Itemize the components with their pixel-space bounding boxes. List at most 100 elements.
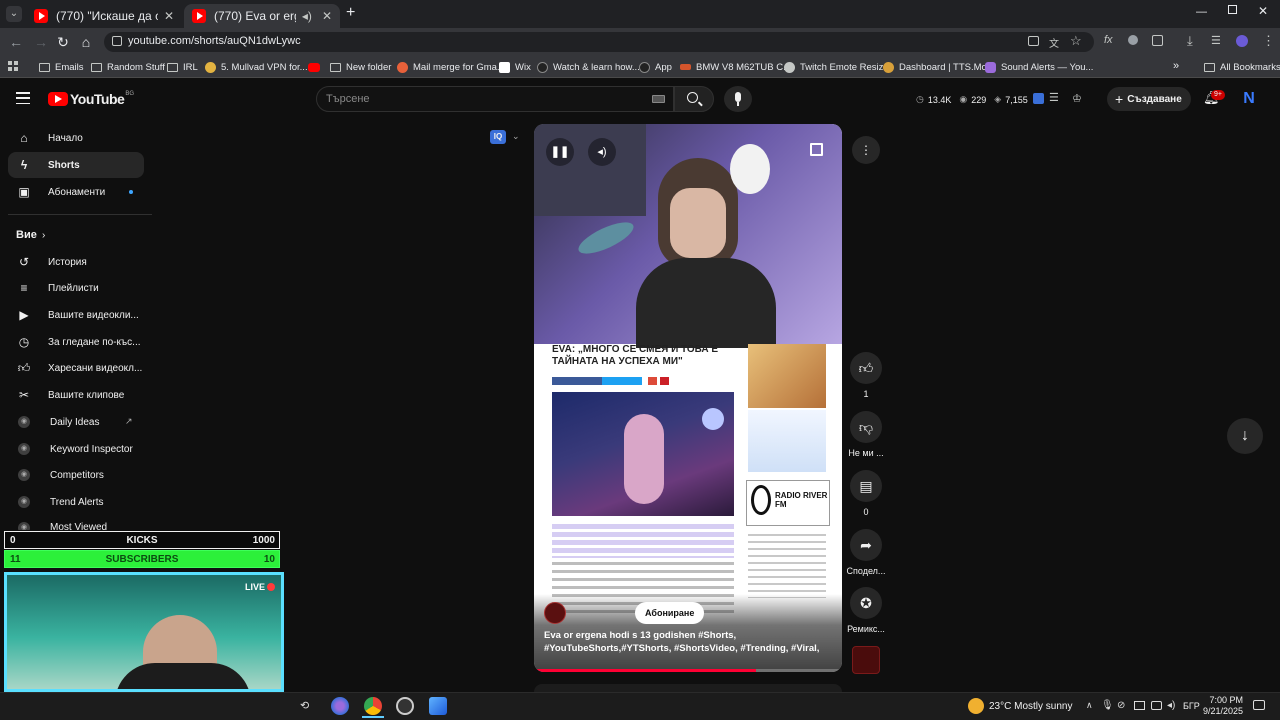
reading-list-icon[interactable]: ☰ <box>1211 34 1221 47</box>
tray-display-icon[interactable] <box>1134 701 1145 710</box>
extension-icon[interactable] <box>1128 35 1138 45</box>
all-bookmarks[interactable]: All Bookmarks <box>1204 60 1280 74</box>
sidebar-item-daily-ideas[interactable]: ◉ Daily Ideas ↗ <box>8 409 144 435</box>
sidebar-item-history[interactable]: ↺ История <box>8 249 144 275</box>
new-tab-button[interactable]: + <box>346 4 355 22</box>
extensions-puzzle-icon[interactable] <box>1152 35 1163 46</box>
sidebar-item-most-viewed[interactable]: ◉ Most Viewed <box>8 516 144 530</box>
tray-network-icon[interactable]: ⊘ <box>1117 700 1125 711</box>
menu-kebab-icon[interactable]: ⋮ <box>1262 33 1275 49</box>
minimize-button[interactable]: — <box>1196 6 1207 18</box>
video-progress-track[interactable] <box>534 669 842 672</box>
bookmark-irl[interactable]: IRL <box>167 60 198 74</box>
bookmark-mail-merge[interactable]: Mail merge for Gma... <box>397 60 505 74</box>
sidebar-item-playlists[interactable]: ≡ Плейлисти <box>8 275 144 301</box>
notification-center-icon[interactable] <box>1253 700 1265 710</box>
bookmark-random-stuff[interactable]: Random Stuff <box>91 60 165 74</box>
dislike-action[interactable]: 👎︎ Не ми ... <box>848 411 884 458</box>
bookmark-youtube[interactable] <box>308 60 325 74</box>
more-options-icon[interactable]: ⋮ <box>852 136 880 164</box>
account-avatar[interactable]: N <box>1240 90 1258 108</box>
taskbar-app-icon[interactable] <box>331 697 349 715</box>
tray-chevron-icon[interactable]: ∧ <box>1086 700 1093 711</box>
download-icon[interactable]: ⤓ <box>1187 33 1193 49</box>
tab-1[interactable]: (770) "Искаше да сме Тиктокер ✕ <box>26 4 182 28</box>
taskbar-back-icon[interactable]: ⟲ <box>300 699 309 712</box>
apps-grid-icon[interactable] <box>8 61 18 71</box>
bookmark-new-folder[interactable]: New folder <box>330 60 391 74</box>
taskbar-app-2-icon[interactable] <box>429 697 447 715</box>
translate-icon[interactable]: 文 <box>1049 35 1059 50</box>
fullscreen-icon[interactable] <box>810 143 823 156</box>
bookmark-bmw[interactable]: BMW V8 M62TUB C... <box>680 60 791 74</box>
search-button[interactable] <box>674 86 714 112</box>
chevron-down-icon[interactable]: ⌄ <box>512 131 520 142</box>
bookmark-dashboard-tts[interactable]: Dashboard | TTS.Mo... <box>883 60 995 74</box>
obs-icon[interactable] <box>396 697 414 715</box>
share-action[interactable]: ➦ Сподел... <box>844 529 888 576</box>
sidebar-item-home[interactable]: ⌂ Начало <box>8 125 144 151</box>
site-info-icon[interactable] <box>112 36 122 46</box>
sidebar-item-keyword-inspector[interactable]: ◉ Keyword Inspector <box>8 436 144 462</box>
bookmark-mullvad[interactable]: 5. Mullvad VPN for... <box>205 60 308 74</box>
weather-text[interactable]: 23°C Mostly sunny <box>989 701 1072 712</box>
subscribe-button[interactable]: Абониране <box>635 602 705 624</box>
more-bookmarks-icon[interactable]: » <box>1173 60 1179 72</box>
tray-mic-icon[interactable]: 🎙︎ <box>1101 700 1114 711</box>
chrome-icon[interactable] <box>364 697 382 715</box>
profile-avatar[interactable] <box>1236 35 1248 47</box>
sidebar-item-competitors[interactable]: ◉ Competitors <box>8 462 144 488</box>
shorts-video-player[interactable]: ❚❚ ◂) EVA: „МНОГО СЕ СМЕЯ И ТОВА Е ТАЙНА… <box>534 124 842 672</box>
vidiq-icon[interactable] <box>1033 93 1044 104</box>
next-video-arrow-down-icon[interactable]: ↓ <box>1227 418 1263 454</box>
voice-search-button[interactable] <box>724 86 752 112</box>
award-icon[interactable]: ♔ <box>1072 92 1082 105</box>
restore-button[interactable] <box>1228 5 1237 14</box>
create-button[interactable]: + Създаване <box>1107 87 1191 111</box>
close-icon[interactable]: ✕ <box>322 9 332 23</box>
close-window-button[interactable]: ✕ <box>1258 4 1268 18</box>
install-icon[interactable] <box>1028 36 1039 46</box>
language-indicator[interactable]: БГР <box>1183 701 1200 711</box>
channel-avatar[interactable] <box>544 602 566 624</box>
sidebar-item-your-videos[interactable]: ▶ Вашите видеокли... <box>8 302 144 328</box>
extension-fx-icon[interactable]: fx <box>1104 34 1113 46</box>
home-icon[interactable]: ⌂ <box>78 34 94 50</box>
sidebar-item-trend-alerts[interactable]: ◉ Trend Alerts <box>8 489 144 515</box>
like-action[interactable]: 👍︎ 1 <box>848 352 884 399</box>
forward-icon[interactable]: → <box>33 34 49 50</box>
clock[interactable]: 7:00 PM 9/21/2025 <box>1203 695 1243 717</box>
search-input[interactable]: Търсене <box>326 93 370 105</box>
tray-volume-icon[interactable]: ◂) <box>1167 700 1175 711</box>
tab-2[interactable]: (770) Eva or ergena hodi s ◂) ✕ <box>184 4 340 28</box>
mute-icon[interactable]: ◂) <box>302 9 312 23</box>
tray-monitor-icon[interactable] <box>1151 701 1162 710</box>
bookmark-sound-alerts[interactable]: Sound Alerts — You... <box>985 60 1093 74</box>
vidiq-badge-icon[interactable]: IQ <box>490 130 506 144</box>
bookmark-watch-learn[interactable]: Watch & learn how... <box>537 60 640 74</box>
sidebar-item-liked[interactable]: 👍︎ Харесани видеокл... <box>8 355 144 381</box>
bookmark-star-icon[interactable]: ☆ <box>1070 33 1082 49</box>
volume-button[interactable]: ◂) <box>588 138 616 166</box>
sidebar-item-shorts[interactable]: ϟ Shorts <box>8 152 144 178</box>
youtube-logo[interactable]: YouTube BG <box>48 91 134 107</box>
remix-action[interactable]: ✪ Ремикс... <box>844 587 888 634</box>
tab-search-button[interactable]: ⌄ <box>6 6 22 22</box>
sidebar-item-your-clips[interactable]: ✂ Вашите клипове <box>8 382 144 408</box>
sidebar-item-subscriptions[interactable]: ▣ Абонаменти <box>8 179 144 205</box>
sidebar-item-watch-later[interactable]: ◷ За гледане по-къс... <box>8 329 144 355</box>
bookmark-emails[interactable]: Emails <box>39 60 84 74</box>
bookmark-wix[interactable]: Wix <box>499 60 531 74</box>
bookmark-app[interactable]: App <box>639 60 672 74</box>
reload-icon[interactable]: ↻ <box>55 34 71 50</box>
sidebar-you-header[interactable]: Вие › <box>8 222 144 248</box>
pause-button[interactable]: ❚❚ <box>546 138 574 166</box>
sound-thumbnail[interactable] <box>852 646 880 674</box>
comments-action[interactable]: ▤ 0 <box>848 470 884 517</box>
hamburger-menu-icon[interactable] <box>16 92 30 104</box>
back-icon[interactable]: ← <box>8 34 24 50</box>
list-icon[interactable]: ☰ <box>1049 91 1059 104</box>
bookmark-twitch-emote[interactable]: Twitch Emote Resizer <box>784 60 892 74</box>
close-icon[interactable]: ✕ <box>164 9 174 23</box>
keyboard-icon[interactable] <box>652 95 665 103</box>
